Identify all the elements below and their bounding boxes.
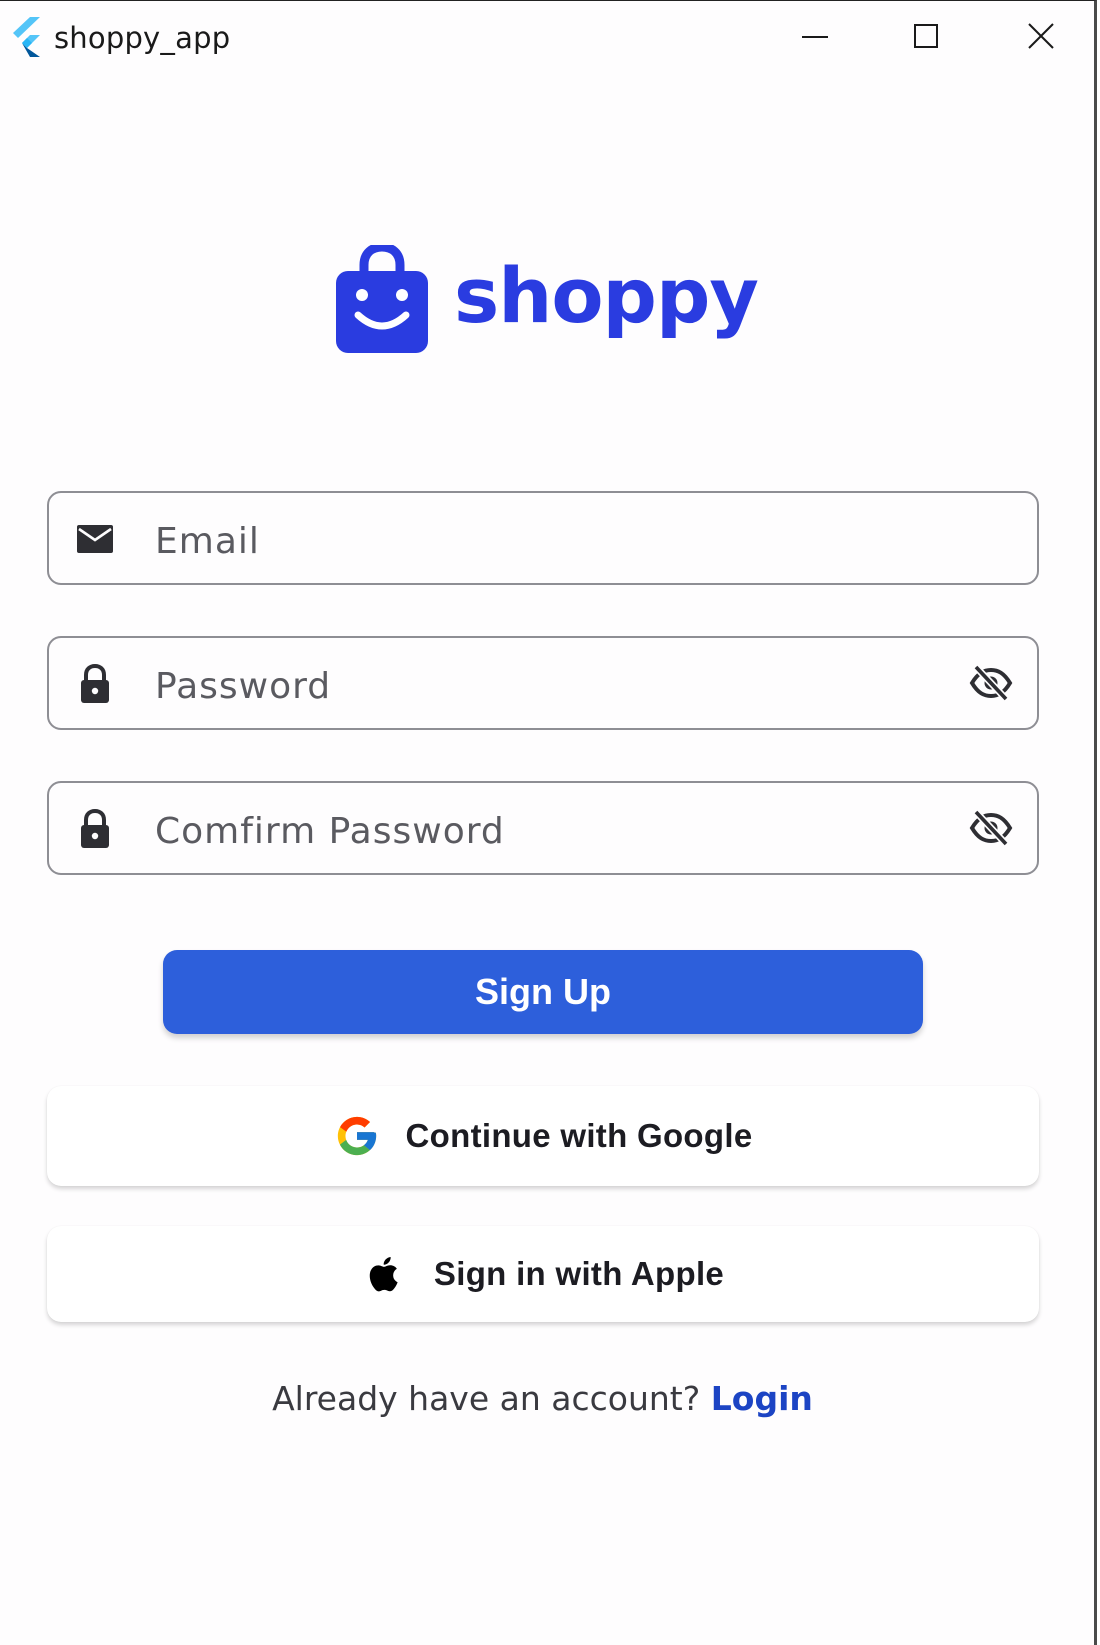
close-icon [1028,23,1054,49]
lock-icon [75,808,115,849]
google-icon [334,1113,380,1159]
visibility-off-icon[interactable] [969,808,1013,848]
logo-text: shoppy [454,251,759,340]
login-prompt: Already have an account? Login [0,1379,1085,1418]
mail-icon [75,519,115,559]
email-field[interactable]: Email [47,491,1039,585]
shoppy-logo: shoppy [336,242,759,357]
lock-icon [75,663,115,704]
maximize-icon [914,24,938,48]
sign-in-with-apple-button[interactable]: Sign in with Apple [47,1226,1039,1322]
password-placeholder: Password [155,666,332,707]
visibility-off-icon[interactable] [969,663,1013,703]
close-button[interactable] [1016,15,1066,61]
confirm-password-placeholder: Comfirm Password [155,811,505,852]
minimize-button[interactable] [790,15,840,61]
password-field[interactable]: Password [47,636,1039,730]
sign-up-button[interactable]: Sign Up [163,950,923,1034]
continue-with-google-button[interactable]: Continue with Google [47,1086,1039,1186]
flutter-icon [10,17,44,57]
window-title: shoppy_app [54,21,231,55]
maximize-button[interactable] [902,15,952,61]
shopping-bag-icon [336,242,428,353]
minimize-icon [802,36,828,38]
apple-button-label: Sign in with Apple [433,1255,725,1292]
google-button-label: Continue with Google [405,1117,753,1154]
email-placeholder: Email [155,521,260,562]
apple-icon [362,1251,408,1297]
title-bar[interactable]: shoppy_app [0,1,1094,77]
confirm-password-field[interactable]: Comfirm Password [47,781,1039,875]
login-link[interactable]: Login [711,1379,813,1418]
login-prompt-text: Already have an account? [272,1379,701,1418]
app-window: shoppy_app shoppy Email Password Comfirm… [0,0,1097,1645]
